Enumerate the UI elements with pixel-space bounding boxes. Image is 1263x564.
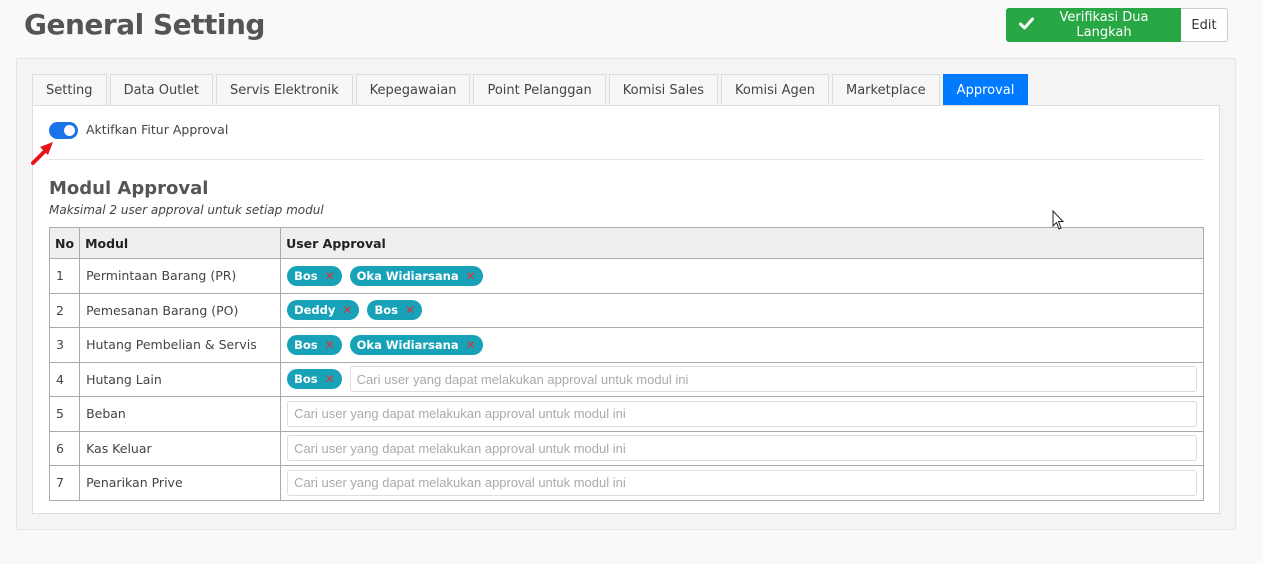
row-user-approval: Bos ✕ — [280, 361, 1204, 397]
tab-data-outlet[interactable]: Data Outlet — [109, 74, 214, 106]
row-modul: Penarikan Prive — [79, 465, 282, 501]
approval-toggle-label: Aktifkan Fitur Approval — [86, 122, 229, 137]
tab-marketplace[interactable]: Marketplace — [832, 74, 940, 106]
close-icon[interactable]: ✕ — [325, 269, 335, 283]
red-arrow-icon — [31, 142, 53, 165]
table-row: 1 Permintaan Barang (PR) Bos ✕ Oka Widiarsan… — [48, 258, 1204, 294]
check-icon — [1019, 17, 1034, 34]
tab-approval[interactable]: Approval — [942, 74, 1029, 106]
user-tag: Oka Widiarsana ✕ — [349, 334, 483, 355]
user-tag-label: Deddy — [294, 303, 336, 318]
user-tag-label: Bos — [374, 303, 398, 318]
user-search-input[interactable] — [287, 400, 1197, 427]
table-row: 4 Hutang Lain Bos ✕ — [48, 361, 1204, 397]
user-tag: Bos ✕ — [287, 334, 342, 355]
row-number: 1 — [48, 258, 81, 294]
close-icon[interactable]: ✕ — [405, 303, 415, 317]
row-modul: Permintaan Barang (PR) — [79, 258, 282, 294]
row-user-approval — [280, 396, 1204, 432]
tab-point-pelanggan[interactable]: Point Pelanggan — [473, 74, 606, 106]
tab-servis-elektronik[interactable]: Servis Elektronik — [216, 74, 353, 106]
row-number: 7 — [48, 465, 81, 501]
header-modul: Modul — [79, 227, 282, 259]
close-icon[interactable]: ✕ — [325, 372, 335, 386]
header-user-approval: User Approval — [280, 227, 1204, 259]
user-search-input[interactable] — [287, 469, 1197, 496]
close-icon[interactable]: ✕ — [325, 338, 335, 352]
row-number: 5 — [48, 396, 81, 432]
table-row: 2 Pemesanan Barang (PO) Deddy ✕ Bos ✕ — [48, 292, 1204, 328]
row-modul: Hutang Lain — [79, 361, 282, 397]
approval-toggle-switch[interactable] — [49, 122, 78, 139]
tab-komisi-agen[interactable]: Komisi Agen — [720, 74, 829, 106]
row-number: 4 — [48, 361, 81, 397]
user-tag: Deddy ✕ — [287, 300, 360, 321]
row-modul: Hutang Pembelian & Servis — [79, 327, 282, 363]
tab-kepegawaian[interactable]: Kepegawaian — [355, 74, 471, 106]
user-tag: Oka Widiarsana ✕ — [349, 265, 483, 286]
mouse-cursor-icon — [1052, 210, 1065, 230]
section-subtitle: Maksimal 2 user approval untuk setiap mo… — [49, 203, 324, 217]
close-icon[interactable]: ✕ — [466, 338, 476, 352]
header-no: No — [48, 227, 81, 259]
close-icon[interactable]: ✕ — [466, 269, 476, 283]
user-tag-label: Bos — [294, 268, 318, 283]
user-tag-label: Oka Widiarsana — [356, 337, 459, 352]
user-tag: Bos ✕ — [367, 300, 423, 321]
row-modul: Beban — [79, 396, 282, 432]
close-icon[interactable]: ✕ — [342, 303, 352, 317]
section-title: Modul Approval — [49, 178, 209, 199]
tab-setting[interactable]: Setting — [32, 74, 107, 106]
table-row: 3 Hutang Pembelian & Servis Bos ✕ Oka Widiar… — [48, 327, 1204, 363]
header-actions: Verifikasi Dua Langkah Edit — [1006, 8, 1228, 42]
table-row: 6 Kas Keluar — [48, 430, 1204, 466]
row-number: 2 — [48, 292, 81, 328]
verify-two-step-button[interactable]: Verifikasi Dua Langkah — [1006, 8, 1181, 42]
row-user-approval — [280, 465, 1204, 501]
approval-toggle-row: Aktifkan Fitur Approval — [49, 122, 228, 139]
user-tag-label: Oka Widiarsana — [356, 268, 459, 283]
user-tag-label: Bos — [294, 372, 318, 387]
row-number: 6 — [48, 430, 81, 466]
approval-table: No Modul User Approval 1 Permintaan Baran… — [48, 227, 1204, 501]
tab-komisi-sales[interactable]: Komisi Sales — [608, 74, 718, 106]
table-row: 5 Beban — [48, 396, 1204, 432]
approval-panel: Aktifkan Fitur Approval Modul Approval M… — [31, 105, 1220, 514]
user-tag-label: Bos — [294, 337, 318, 352]
user-tag: Bos ✕ — [287, 369, 342, 390]
user-tag: Bos ✕ — [287, 265, 342, 286]
table-header-row: No Modul User Approval — [48, 227, 1204, 259]
page-title: General Setting — [24, 8, 265, 41]
row-user-approval: Bos ✕ Oka Widiarsana ✕ — [280, 327, 1204, 363]
row-modul: Kas Keluar — [79, 430, 282, 466]
row-user-approval: Bos ✕ Oka Widiarsana ✕ — [280, 258, 1204, 294]
row-modul: Pemesanan Barang (PO) — [79, 292, 282, 328]
row-number: 3 — [48, 327, 81, 363]
row-user-approval: Deddy ✕ Bos ✕ — [280, 292, 1204, 328]
edit-button[interactable]: Edit — [1181, 8, 1228, 42]
verify-button-label: Verifikasi Dua Langkah — [1059, 10, 1149, 40]
row-user-approval — [280, 430, 1204, 466]
tab-bar: Setting Data Outlet Servis Elektronik Kepeg… — [32, 74, 1029, 106]
user-search-input[interactable] — [349, 366, 1197, 393]
table-row: 7 Penarikan Prive — [48, 465, 1204, 501]
user-search-input[interactable] — [287, 435, 1197, 462]
divider — [49, 159, 1203, 160]
